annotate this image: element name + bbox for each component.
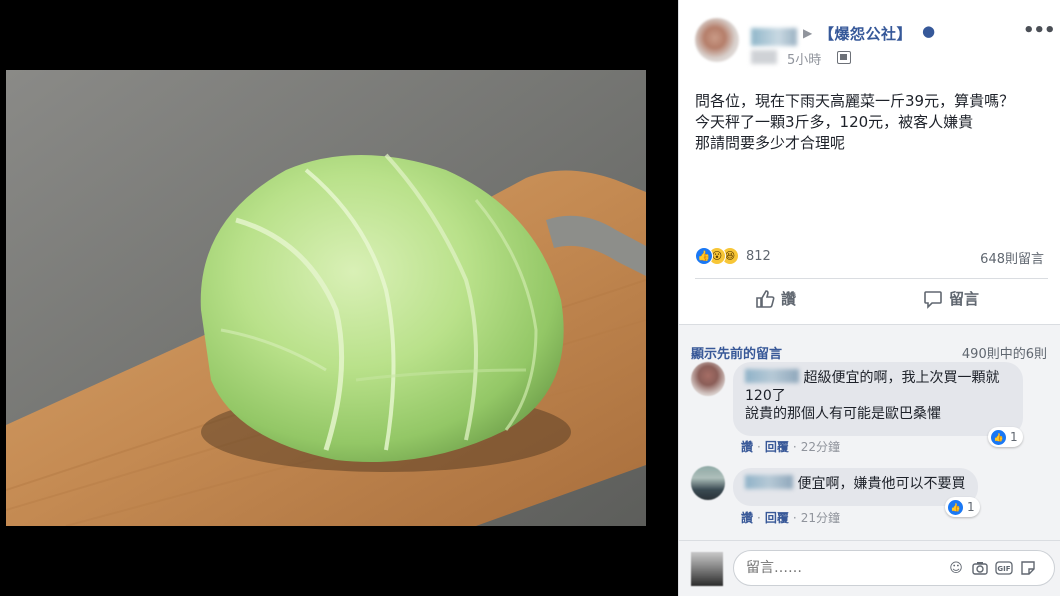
comment-like-count: 1 bbox=[967, 500, 975, 514]
current-user-avatar bbox=[691, 552, 723, 586]
photo-viewer bbox=[0, 0, 678, 596]
author-subtitle-redacted bbox=[751, 50, 777, 64]
commenter-name-redacted[interactable] bbox=[745, 369, 799, 383]
comment-count-link[interactable]: 648則留言 bbox=[980, 248, 1044, 267]
comment-time[interactable]: 21分鐘 bbox=[801, 511, 840, 525]
commenter-avatar[interactable] bbox=[691, 362, 725, 396]
author-name-redacted[interactable] bbox=[751, 28, 797, 46]
like-reaction-icon: 👍 bbox=[991, 429, 1006, 445]
audience-icon bbox=[837, 51, 851, 64]
author-avatar[interactable] bbox=[695, 18, 739, 62]
like-reaction-icon: 👍 bbox=[695, 247, 713, 265]
composer-icons: ☺ GIF bbox=[947, 559, 1037, 577]
post-text-line: 那請問要多少才合理呢 bbox=[695, 134, 846, 152]
comment-actions: 讚 · 回覆 · 21分鐘 bbox=[741, 509, 840, 526]
emoji-icon[interactable]: ☺ bbox=[947, 559, 965, 577]
comment-reply-link[interactable]: 回覆 bbox=[765, 511, 789, 525]
group-name-link[interactable]: 【爆怨公社】 bbox=[819, 23, 912, 44]
comment-text: 超級便宜的啊，我上次買一顆就 bbox=[803, 370, 1000, 386]
separator: · bbox=[792, 440, 797, 454]
arrow-right-icon: ▶ bbox=[803, 26, 813, 40]
like-reaction-icon: 👍 bbox=[948, 499, 963, 515]
comment-like-badge[interactable]: 👍 1 bbox=[988, 427, 1023, 447]
comment-pager: 490則中的6則 bbox=[961, 347, 1047, 362]
comment-like-link[interactable]: 讚 bbox=[741, 440, 753, 454]
comment-text: 說貴的那個人有可能是歐巴桑懼 bbox=[745, 406, 941, 422]
comment-like-badge[interactable]: 👍 1 bbox=[945, 497, 980, 517]
separator: · bbox=[757, 511, 761, 525]
like-button-label: 讚 bbox=[781, 290, 797, 308]
comment-button[interactable]: 留言 bbox=[923, 288, 979, 309]
comment-text: 便宜啊，嫌貴他可以不要買 bbox=[797, 476, 966, 492]
speech-bubble-icon bbox=[924, 290, 942, 309]
post-body: 問各位，現在下雨天高麗菜一斤39元，算貴嗎？ 今天秤了一顆3斤多，120元，被客… bbox=[695, 91, 1055, 154]
like-button[interactable]: 讚 bbox=[755, 288, 796, 309]
camera-icon[interactable] bbox=[971, 559, 989, 577]
comment-bubble: 便宜啊，嫌貴他可以不要買 bbox=[733, 468, 978, 506]
reaction-count: 812 bbox=[746, 248, 771, 264]
comment-reply-link[interactable]: 回覆 bbox=[765, 440, 789, 454]
comment-actions: 讚 · 回覆 · 22分鐘 bbox=[741, 438, 840, 455]
post-text-line: 今天秤了一顆3斤多，120元，被客人嫌貴 bbox=[695, 113, 974, 131]
comment-like-link[interactable]: 讚 bbox=[741, 511, 753, 525]
more-options-icon[interactable]: ••• bbox=[1023, 20, 1056, 41]
group-dot-icon: ● bbox=[922, 22, 936, 40]
reaction-summary[interactable]: 👍 😮 😆 812 bbox=[695, 246, 771, 266]
separator: · bbox=[757, 440, 761, 454]
post-text-line: 問各位，現在下雨天高麗菜一斤39元，算貴嗎？ bbox=[695, 92, 1015, 110]
thumbs-up-icon bbox=[756, 289, 775, 308]
svg-text:GIF: GIF bbox=[997, 565, 1010, 573]
post-panel: ▶ 【爆怨公社】 ● ••• 5小時 問各位，現在下雨天高麗菜一斤39元，算貴嗎… bbox=[678, 0, 1060, 596]
separator: · bbox=[792, 511, 797, 525]
sticker-icon[interactable] bbox=[1019, 559, 1037, 577]
comment-time[interactable]: 22分鐘 bbox=[801, 440, 840, 454]
gif-icon[interactable]: GIF bbox=[995, 559, 1013, 577]
comment-like-count: 1 bbox=[1010, 430, 1018, 444]
commenter-avatar[interactable] bbox=[691, 466, 725, 500]
comment-button-label: 留言 bbox=[949, 290, 980, 308]
view-previous-comments-link[interactable]: 顯示先前的留言 bbox=[691, 343, 782, 362]
divider bbox=[695, 278, 1048, 279]
post-time[interactable]: 5小時 bbox=[787, 49, 821, 68]
cabbage-photo[interactable] bbox=[6, 70, 646, 526]
comment-text: 120了 bbox=[745, 388, 786, 404]
comment-bubble: 超級便宜的啊，我上次買一顆就 120了 說貴的那個人有可能是歐巴桑懼 bbox=[733, 362, 1023, 436]
commenter-name-redacted[interactable] bbox=[745, 475, 793, 489]
